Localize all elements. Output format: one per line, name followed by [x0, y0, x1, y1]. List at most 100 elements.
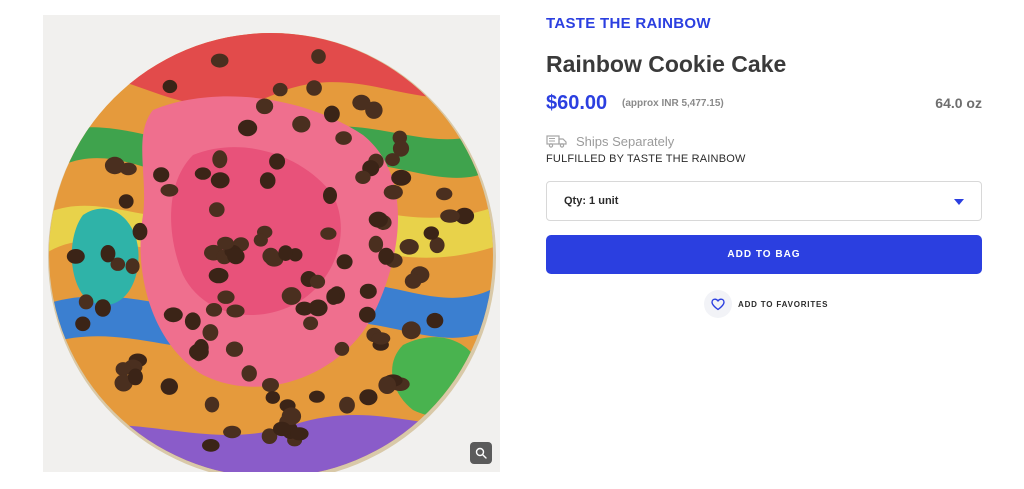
chocolate-chip	[132, 222, 148, 241]
chocolate-chip	[359, 306, 376, 323]
product-image[interactable]	[43, 15, 500, 472]
cookie-cake-illustration	[48, 33, 496, 472]
chocolate-chip	[359, 389, 378, 406]
chocolate-chip	[309, 274, 326, 289]
chocolate-chip	[241, 365, 257, 382]
chocolate-chip	[125, 258, 140, 275]
chocolate-chip	[262, 247, 280, 265]
price-approx: (approx INR 5,477.15)	[622, 98, 724, 109]
chocolate-chip	[163, 307, 183, 323]
chocolate-chip	[378, 376, 397, 394]
chocolate-chip	[162, 79, 178, 94]
chocolate-chip	[262, 378, 279, 392]
chocolate-chip	[194, 167, 211, 180]
chocolate-chip	[440, 209, 460, 223]
chocolate-chip	[205, 303, 223, 317]
chocolate-chip	[259, 172, 276, 189]
chocolate-chip	[392, 140, 410, 157]
chocolate-chip	[278, 245, 293, 261]
chocolate-chip	[160, 378, 178, 395]
chocolate-chip	[292, 115, 311, 133]
chocolate-chip	[210, 53, 229, 68]
chocolate-chip	[225, 341, 244, 357]
chocolate-chip	[309, 390, 325, 403]
chocolate-chip	[153, 167, 170, 183]
chocolate-chip	[184, 312, 201, 331]
product-title: Rainbow Cookie Cake	[546, 51, 787, 77]
caret-down-icon	[954, 199, 964, 205]
chocolate-chip	[303, 316, 319, 331]
chocolate-chip	[100, 245, 116, 263]
chocolate-chip	[78, 294, 94, 310]
add-to-bag-button[interactable]: ADD TO BAG	[546, 235, 982, 274]
magnifier-icon	[475, 447, 487, 459]
price-row: $60.00 (approx INR 5,477.15) 64.0 oz	[546, 92, 982, 118]
chocolate-chip	[94, 299, 111, 317]
chocolate-chip	[127, 368, 143, 386]
chocolate-chip	[204, 396, 220, 413]
chocolate-chip	[209, 202, 225, 218]
chocolate-chip	[324, 105, 340, 123]
chocolate-chip	[355, 170, 371, 184]
chocolate-chip	[308, 299, 328, 317]
chocolate-chip	[226, 304, 245, 318]
heart-icon	[704, 290, 732, 318]
chocolate-chip	[339, 396, 355, 414]
chocolate-chip	[368, 235, 384, 253]
chocolate-chip	[368, 211, 388, 228]
chocolate-chip	[323, 187, 337, 204]
chocolate-chip	[436, 187, 453, 201]
product-details: TASTE THE RAINBOW Rainbow Cookie Cake $6…	[546, 0, 982, 489]
chocolate-chip	[202, 324, 219, 341]
chocolate-chip	[238, 119, 258, 137]
chocolate-chip	[383, 184, 403, 200]
favorites-label: ADD TO FAVORITES	[738, 299, 829, 309]
brand-link[interactable]: TASTE THE RAINBOW	[546, 15, 711, 32]
quantity-value: Qty: 1 unit	[564, 195, 619, 207]
chocolate-chip	[265, 391, 280, 404]
chocolate-chip	[399, 239, 419, 255]
chocolate-chip	[335, 131, 352, 145]
chocolate-chip	[75, 316, 91, 332]
zoom-button[interactable]	[470, 442, 492, 464]
fulfilled-by: FULFILLED BY TASTE THE RAINBOW	[546, 153, 746, 165]
chocolate-chip	[269, 153, 286, 170]
chocolate-chip	[306, 80, 322, 96]
chocolate-chip	[217, 290, 235, 304]
chocolate-chip	[426, 312, 444, 329]
product-price: $60.00	[546, 92, 608, 114]
chocolate-chip	[104, 156, 125, 175]
truck-icon	[546, 134, 568, 148]
quantity-select[interactable]: Qty: 1 unit	[546, 181, 982, 221]
chocolate-chip	[423, 226, 439, 240]
chocolate-chip	[311, 49, 326, 64]
chocolate-chip	[273, 421, 291, 437]
chocolate-chip	[281, 287, 302, 305]
product-size: 64.0 oz	[935, 95, 982, 111]
chocolate-chip	[352, 94, 371, 111]
chocolate-chip	[253, 233, 268, 247]
chocolate-chip	[212, 150, 228, 169]
chocolate-chip	[334, 341, 350, 356]
chocolate-chip	[202, 439, 220, 452]
chocolate-chip	[326, 288, 341, 305]
chocolate-chip	[208, 267, 229, 284]
chocolate-chip	[210, 172, 230, 189]
chocolate-chip	[115, 362, 131, 377]
chocolate-chip	[336, 254, 353, 270]
chocolate-chip	[223, 425, 242, 439]
add-to-favorites-button[interactable]: ADD TO FAVORITES	[704, 289, 828, 319]
chocolate-chip	[256, 98, 274, 115]
chocolate-chip	[189, 343, 209, 361]
chocolate-chip	[391, 169, 412, 186]
chocolate-chip	[217, 236, 234, 250]
chocolate-chip	[118, 194, 134, 209]
chocolate-chip	[290, 427, 309, 441]
ships-separately: Ships Separately	[546, 132, 674, 150]
chocolate-chip	[227, 248, 245, 265]
chocolate-chip	[404, 273, 422, 289]
chocolate-chip	[320, 227, 337, 240]
chocolate-chip	[371, 332, 391, 345]
chocolate-chip	[160, 184, 179, 197]
ships-label: Ships Separately	[576, 133, 675, 149]
